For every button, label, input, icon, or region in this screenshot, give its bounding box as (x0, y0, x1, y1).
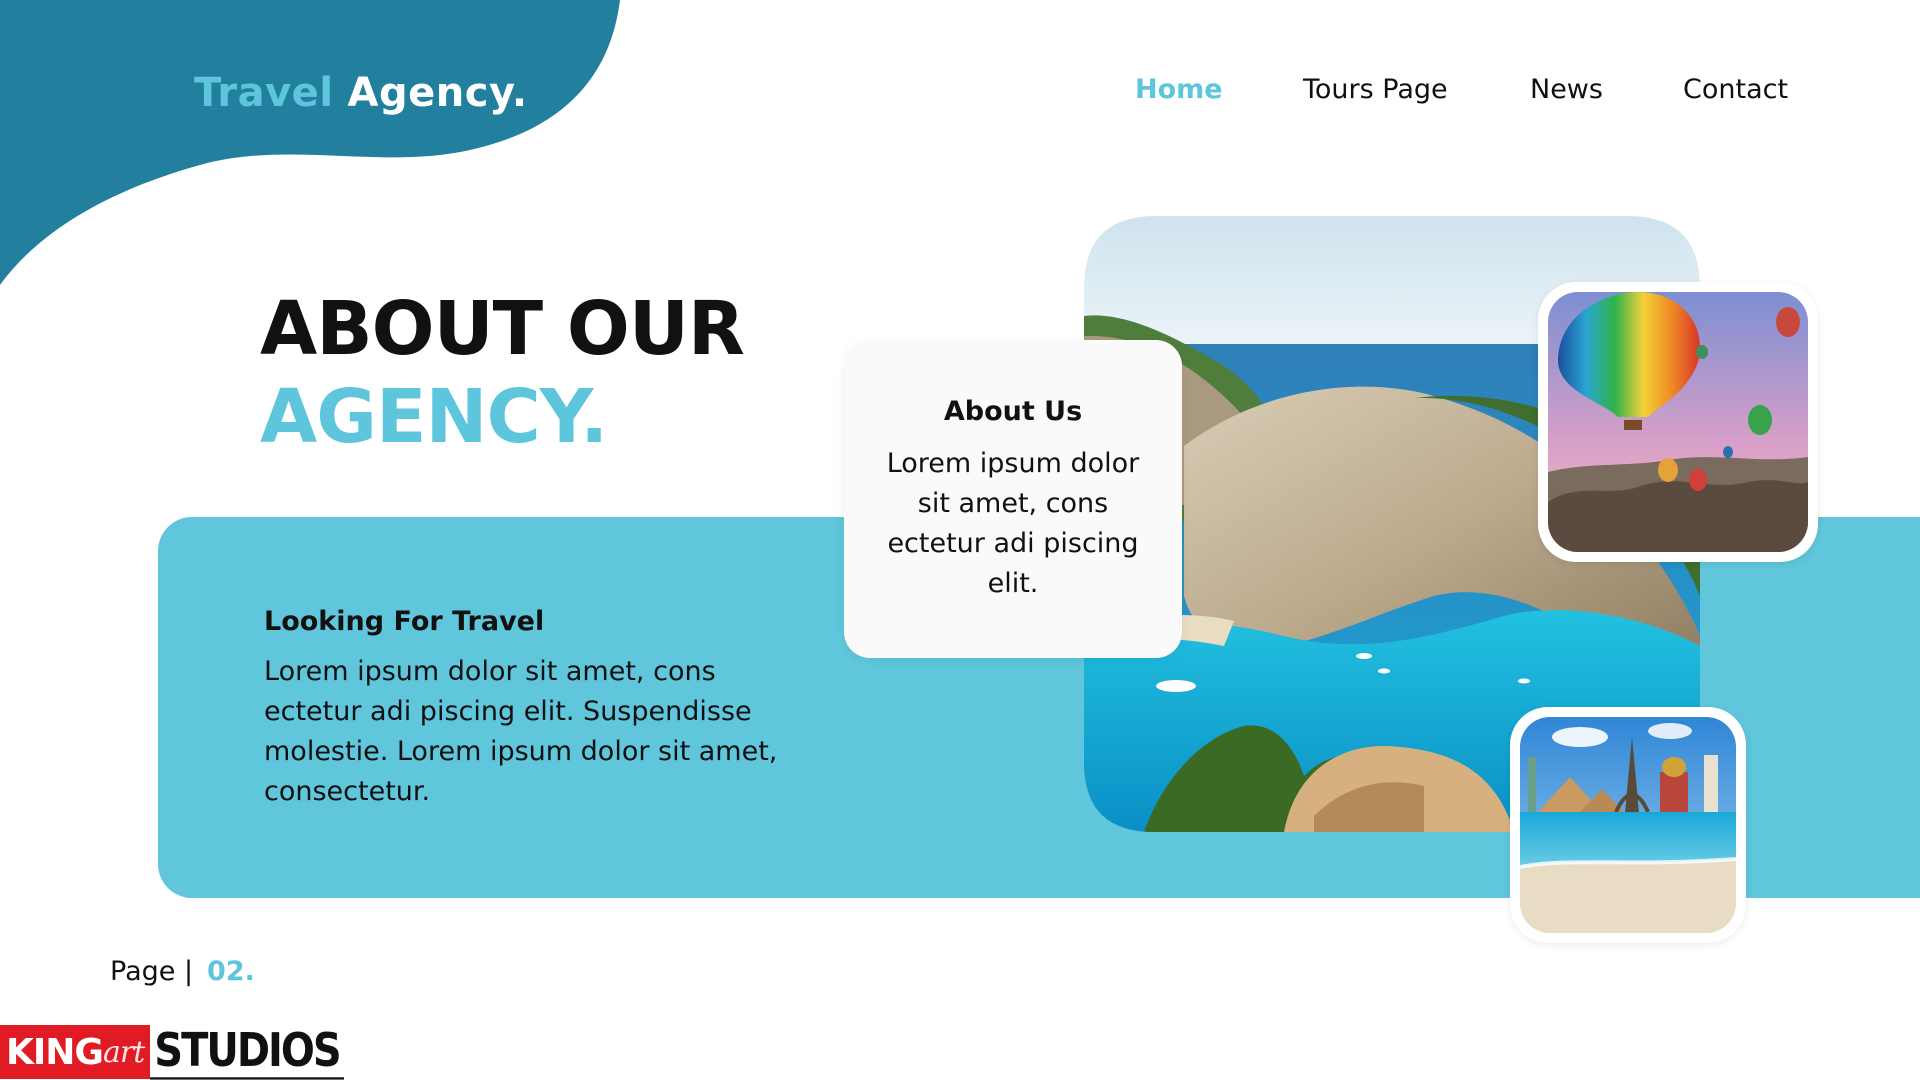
about-us-card: About Us Lorem ipsum dolor sit amet, con… (844, 340, 1182, 658)
logo-king-text: KING (6, 1031, 104, 1073)
about-us-text: Lorem ipsum dolor sit amet, cons ectetur… (886, 448, 1140, 599)
nav-contact[interactable]: Contact (1683, 74, 1788, 105)
hero-title-line1: ABOUT OUR (260, 286, 745, 372)
looking-for-travel-heading: Looking For Travel (264, 606, 545, 637)
page-number: 02. (207, 956, 255, 987)
balloons-photo (1548, 292, 1808, 552)
landmarks-photo-frame (1510, 707, 1746, 943)
logo-art-text: art (102, 1034, 145, 1070)
page-label: Page | (110, 956, 194, 987)
landmarks-photo (1520, 717, 1736, 933)
page-indicator: Page | 02. (110, 956, 255, 987)
looking-for-travel-text: Lorem ipsum dolor sit amet, cons ectetur… (264, 656, 778, 807)
brand-word-travel: Travel (194, 70, 334, 116)
header-wave-shape (0, 0, 620, 285)
brand-word-agency: Agency. (347, 70, 528, 116)
brand-logo-text[interactable]: Travel Agency. (194, 70, 528, 116)
hero-title-line2: AGENCY. (260, 374, 608, 460)
nav-news[interactable]: News (1530, 74, 1603, 105)
kingart-studios-logo: KING art STUDIOS (0, 1024, 344, 1080)
nav-tours-page[interactable]: Tours Page (1303, 74, 1448, 105)
about-us-heading: About Us (943, 396, 1083, 427)
nav-home[interactable]: Home (1135, 74, 1223, 105)
balloons-photo-frame (1538, 282, 1818, 562)
logo-king-block: KING art (0, 1025, 151, 1079)
logo-studios-text: STUDIOS (150, 1024, 344, 1080)
hero-title: ABOUT OUR AGENCY. (260, 285, 745, 461)
